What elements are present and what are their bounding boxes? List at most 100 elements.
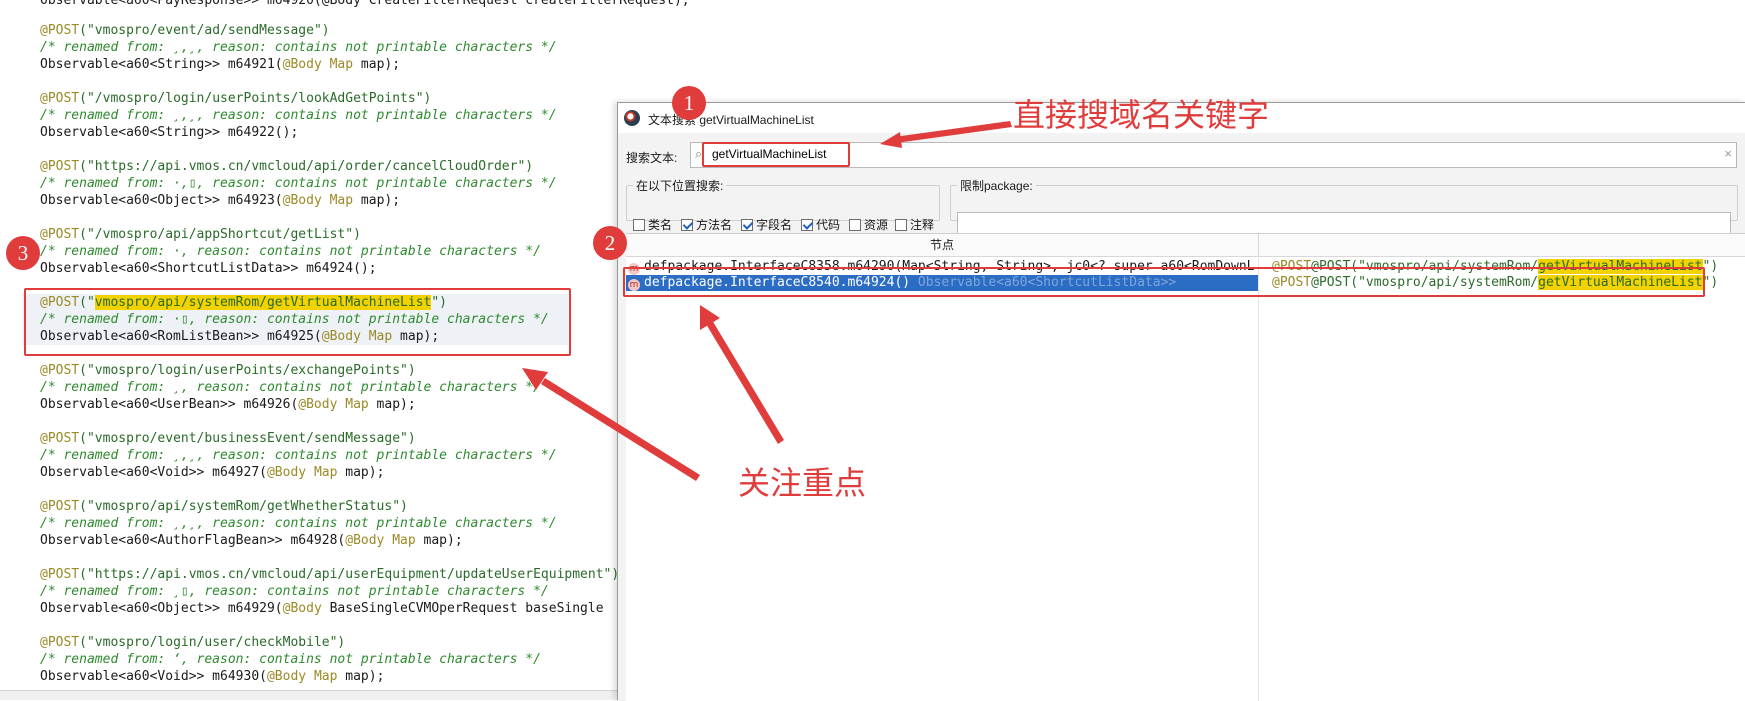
checkbox-code[interactable]: 代码 xyxy=(801,216,840,233)
search-location-label: 在以下位置搜索: xyxy=(636,179,724,193)
code-line-annotation: @POST("vmospro/event/businessEvent/sendM… xyxy=(40,431,416,446)
code-line-signature: Observable<a60<AuthorFlagBean>> m64928(@… xyxy=(40,532,463,549)
body-annotation: @Body xyxy=(282,601,322,616)
method-params: map); xyxy=(353,193,401,208)
code-line-signature: Observable<a60<Object>> m64923(@Body Map… xyxy=(40,192,400,209)
method-params: map); xyxy=(337,669,385,684)
checkbox-class-name[interactable]: 类名 xyxy=(633,216,672,233)
rename-comment: /* renamed from: ¸,¸, reason: contains n… xyxy=(40,108,557,123)
checkbox-label: 代码 xyxy=(816,218,841,232)
body-annotation: @Body Map xyxy=(282,57,354,72)
code-line-annotation: @POST("https://api.vmos.cn/vmcloud/api/o… xyxy=(40,159,534,174)
endpoint-path: vmospro/api/systemRom/getWhetherStatus xyxy=(94,499,393,514)
method-signature: Observable<a60<String>> m64922(); xyxy=(40,125,299,140)
code-line-comment: /* renamed from: ·, reason: contains not… xyxy=(40,243,541,260)
rename-comment: /* renamed from: ¸,¸, reason: contains n… xyxy=(40,40,557,55)
code-line-comment: /* renamed from: ·,▯, reason: contains n… xyxy=(40,175,557,192)
step-badge-1: 1 xyxy=(672,86,706,120)
post-annotation: @POST xyxy=(40,431,80,446)
post-annotation: @POST xyxy=(40,159,80,174)
text-search-dialog[interactable]: 文本搜索 getVirtualMachineList 搜索文本: ⌕ × 在以下… xyxy=(617,102,1745,701)
endpoint-path: vmospro/event/businessEvent/sendMessage xyxy=(94,431,401,446)
results-header: 节点 xyxy=(626,234,1745,257)
body-annotation: @Body Map xyxy=(266,669,338,684)
checkbox-label: 资源 xyxy=(864,218,889,232)
code-line-annotation: @POST("vmospro/api/systemRom/getWhetherS… xyxy=(40,499,408,514)
post-annotation: @POST xyxy=(40,227,80,242)
result-highlight-box xyxy=(623,267,1705,297)
body-annotation: @Body Map xyxy=(266,465,338,480)
rename-comment: /* renamed from: ‘, reason: contains not… xyxy=(40,652,541,667)
checkbox-comment[interactable]: 注释 xyxy=(895,216,934,233)
post-annotation: @POST xyxy=(40,499,80,514)
code-line-annotation: @POST("vmospro/login/user/checkMobile") xyxy=(40,635,346,650)
method-params: map); xyxy=(368,397,416,412)
code-line-annotation: @POST("/vmospro/login/userPoints/lookAdG… xyxy=(40,91,432,106)
post-annotation: @POST xyxy=(40,635,80,650)
code-highlight-box xyxy=(24,288,571,356)
checkbox-label: 类名 xyxy=(648,218,673,232)
column-header-node[interactable]: 节点 xyxy=(626,234,1259,256)
post-annotation: @POST xyxy=(40,363,80,378)
post-annotation: @POST xyxy=(40,23,80,38)
code-line-annotation: @POST("vmospro/event/ad/sendMessage") xyxy=(40,23,330,38)
checkbox-box[interactable] xyxy=(801,218,813,231)
checkbox-box[interactable] xyxy=(895,218,907,231)
step-badge-2: 2 xyxy=(593,226,627,260)
endpoint-path: vmospro/login/user/checkMobile xyxy=(94,635,330,650)
search-input[interactable] xyxy=(709,144,1702,164)
jadx-app-icon xyxy=(624,110,640,126)
clear-icon[interactable]: × xyxy=(1724,146,1732,161)
search-text-label: 搜索文本: xyxy=(626,151,678,165)
code-line-signature: Observable<a60<Void>> m64930(@Body Map m… xyxy=(40,668,384,685)
code-line-signature: Observable<a60<Void>> m64927(@Body Map m… xyxy=(40,464,384,481)
annotation-search-keyword: 直接搜域名关键字 xyxy=(1013,96,1270,134)
column-header-code[interactable] xyxy=(1259,234,1745,256)
method-signature: Observable<a60<Void>> m64930( xyxy=(40,669,267,684)
checkbox-resource[interactable]: 资源 xyxy=(849,216,888,233)
code-line-annotation: @POST("/vmospro/api/appShortcut/getList"… xyxy=(40,227,361,242)
body-annotation: @Body Map xyxy=(298,397,369,412)
method-signature: Observable<a60<ShortcutListData>> m64924… xyxy=(40,261,377,276)
package-filter-group: 限制package: xyxy=(950,177,1738,235)
checkbox-box[interactable] xyxy=(741,218,753,231)
rename-comment: /* renamed from: ¸, reason: contains not… xyxy=(40,380,541,395)
method-signature: Observable<a60<UserBean>> m64926( xyxy=(40,397,299,412)
annotation-focus: 关注重点 xyxy=(738,464,867,502)
checkbox-box[interactable] xyxy=(633,218,645,231)
code-line-annotation: @POST("https://api.vmos.cn/vmcloud/api/u… xyxy=(40,567,620,582)
rename-comment: /* renamed from: ¸,¸, reason: contains n… xyxy=(40,448,557,463)
code-line-comment: /* renamed from: ¸,¸, reason: contains n… xyxy=(40,515,557,532)
method-params: map); xyxy=(337,465,385,480)
rename-comment: /* renamed from: ¸,¸, reason: contains n… xyxy=(40,516,557,531)
code-line-signature: Observable<a60<String>> m64922(); xyxy=(40,124,298,141)
code-line-signature: Observable<a60<ShortcutListData>> m64924… xyxy=(40,260,377,277)
code-line: Observable<a60<PayResponse>> m64920(@Bod… xyxy=(40,0,690,8)
checkbox-box[interactable] xyxy=(681,218,693,231)
method-signature: Observable<a60<Object>> m64929( xyxy=(40,601,283,616)
search-location-group: 在以下位置搜索: 类名 方法名 字段名 代码 资源 注释 xyxy=(626,177,940,232)
code-line-signature: Observable<a60<UserBean>> m64926(@Body M… xyxy=(40,396,416,413)
code-line-signature: Observable<a60<Object>> m64929(@Body Bas… xyxy=(40,600,604,617)
package-filter-label: 限制package: xyxy=(960,179,1033,193)
step-badge-3: 3 xyxy=(6,236,40,270)
checkbox-box[interactable] xyxy=(849,218,861,231)
method-signature: Observable<a60<Void>> m64927( xyxy=(40,465,267,480)
method-params: map); xyxy=(415,533,463,548)
rename-comment: /* renamed from: ¸▯, reason: contains no… xyxy=(40,584,549,599)
dialog-title: 文本搜索 getVirtualMachineList xyxy=(648,113,814,127)
rename-comment: /* renamed from: ·,▯, reason: contains n… xyxy=(40,176,557,191)
checkbox-method-name[interactable]: 方法名 xyxy=(681,216,732,233)
checkbox-label: 方法名 xyxy=(696,218,733,232)
package-filter-input[interactable] xyxy=(957,212,1731,235)
checkbox-label: 注释 xyxy=(910,218,935,232)
code-line-signature: Observable<a60<String>> m64921(@Body Map… xyxy=(40,56,400,73)
method-signature: Observable<a60<AuthorFlagBean>> m64928( xyxy=(40,533,346,548)
checkbox-label: 字段名 xyxy=(756,218,793,232)
code-line-comment: /* renamed from: ¸, reason: contains not… xyxy=(40,379,541,396)
checkbox-field-name[interactable]: 字段名 xyxy=(741,216,792,233)
method-params: map); xyxy=(353,57,401,72)
code-line-annotation: @POST("vmospro/login/userPoints/exchange… xyxy=(40,363,416,378)
method-params: BaseSingleCVMOperRequest baseSingle xyxy=(321,601,604,616)
method-signature: Observable<a60<Object>> m64923( xyxy=(40,193,283,208)
